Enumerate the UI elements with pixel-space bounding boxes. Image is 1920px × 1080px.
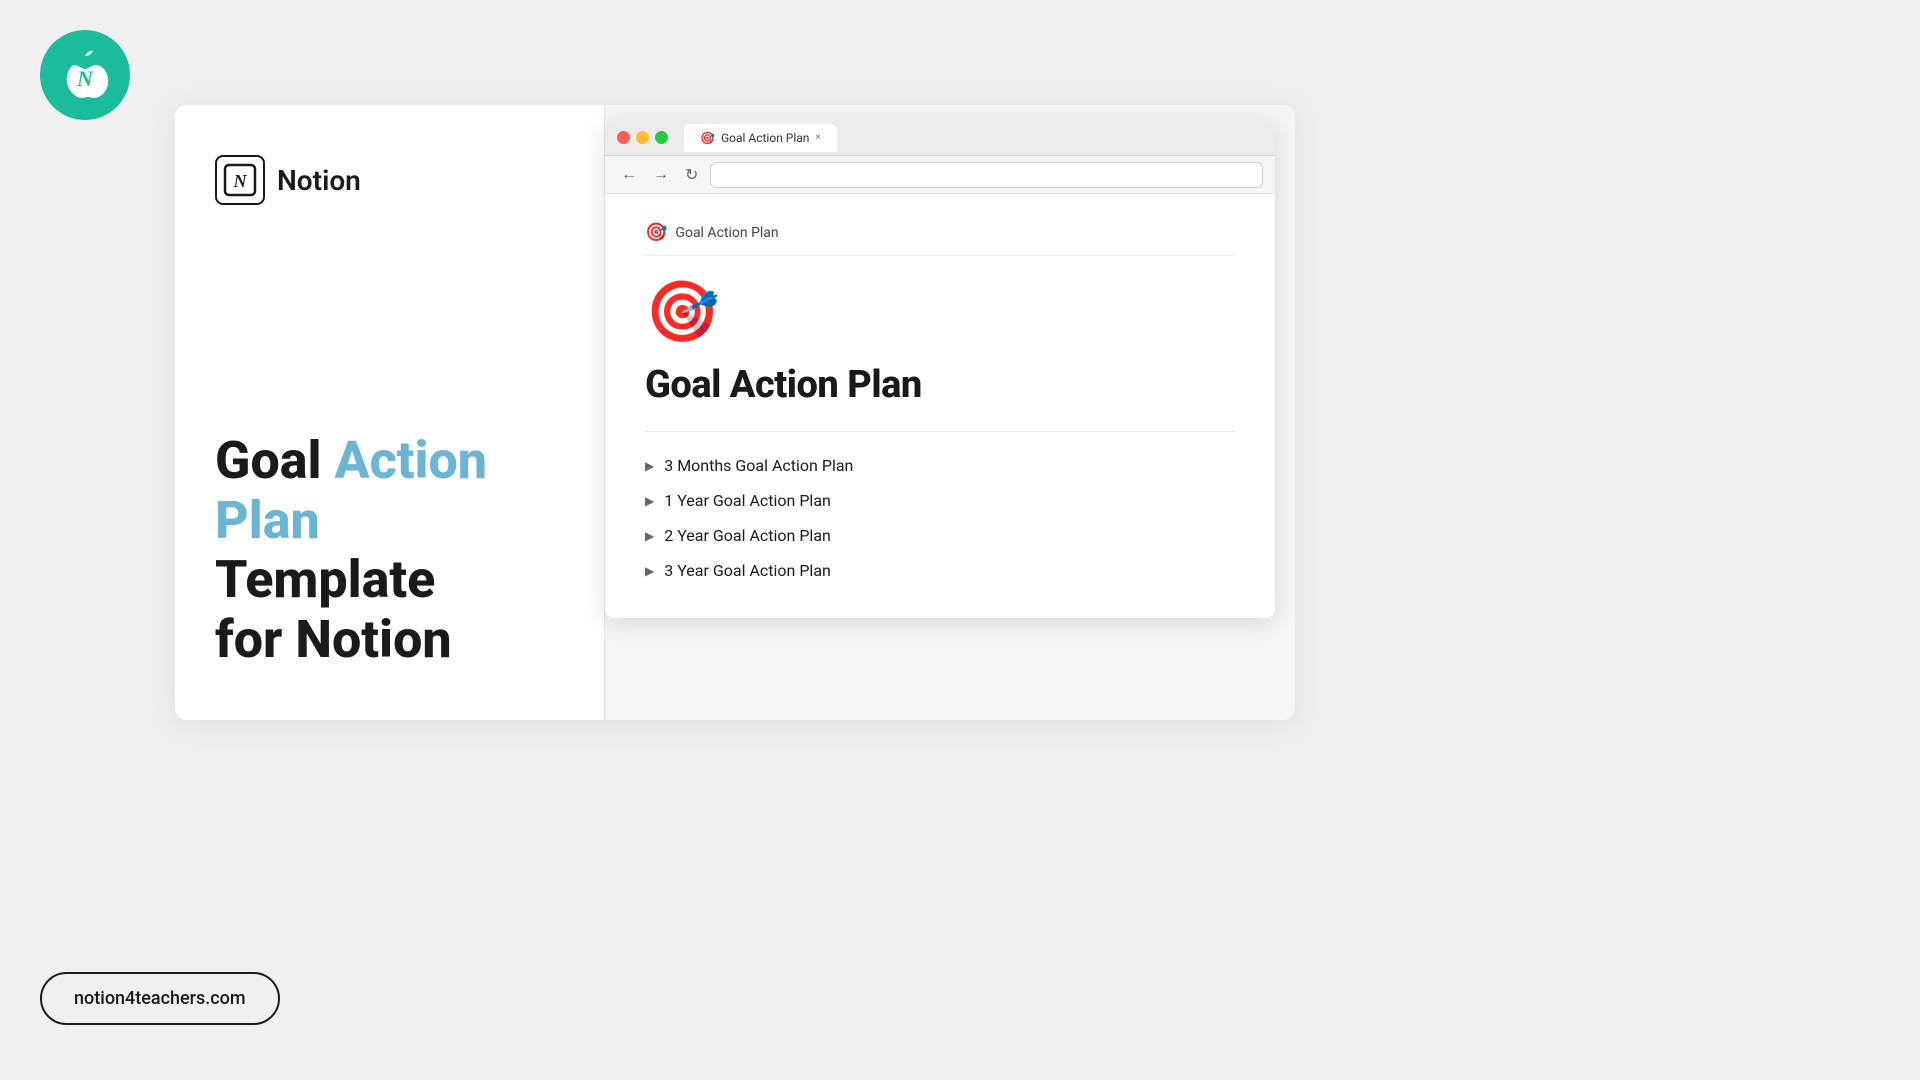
hero-word-template: Template bbox=[215, 549, 435, 610]
list-arrow-icon: ▶ bbox=[645, 494, 654, 508]
browser-tab-emoji: 🎯 bbox=[700, 131, 715, 145]
browser-back-button[interactable]: ← bbox=[617, 164, 641, 186]
hero-word-for-notion: for Notion bbox=[215, 609, 452, 670]
notion-page-tab: 🎯 Goal Action Plan bbox=[645, 214, 1235, 256]
hero-title: Goal Action Plan Template for Notion bbox=[215, 431, 564, 670]
notion-brand-name: Notion bbox=[277, 164, 361, 197]
list-arrow-icon: ▶ bbox=[645, 564, 654, 578]
notion-list-item[interactable]: ▶ 3 Year Goal Action Plan bbox=[645, 553, 1235, 588]
notion-list-item[interactable]: ▶ 1 Year Goal Action Plan bbox=[645, 483, 1235, 518]
left-panel: N Notion Goal Action Plan Template for N… bbox=[175, 105, 605, 720]
browser-refresh-button[interactable]: ↻ bbox=[681, 163, 702, 187]
notion-logo-icon: N bbox=[215, 155, 265, 205]
browser-dot-red[interactable] bbox=[617, 131, 630, 144]
hero-title-line3: for Notion bbox=[215, 610, 564, 670]
browser-toolbar: ← → ↻ bbox=[605, 156, 1275, 194]
hero-title-line2: Template bbox=[215, 550, 564, 610]
browser-window: 🎯 Goal Action Plan × ← → ↻ 🎯 Goal Action… bbox=[605, 120, 1275, 618]
list-item-text: 1 Year Goal Action Plan bbox=[664, 491, 831, 510]
notion-divider bbox=[645, 431, 1235, 432]
notion-page-title: Goal Action Plan bbox=[645, 363, 1235, 407]
notion-page-tab-label: Goal Action Plan bbox=[675, 225, 778, 241]
notion-page-content: 🎯 Goal Action Plan 🎯 Goal Action Plan ▶ 3… bbox=[605, 194, 1275, 618]
browser-tab[interactable]: 🎯 Goal Action Plan × bbox=[684, 124, 837, 152]
main-card: N Notion Goal Action Plan Template for N… bbox=[175, 105, 1295, 720]
hero-word-goal: Goal bbox=[215, 430, 334, 491]
browser-dot-yellow[interactable] bbox=[636, 131, 649, 144]
svg-text:N: N bbox=[233, 171, 248, 191]
svg-text:N: N bbox=[76, 66, 94, 91]
browser-dot-green[interactable] bbox=[655, 131, 668, 144]
app-logo: N bbox=[40, 30, 130, 120]
notion-brand: N Notion bbox=[215, 155, 564, 205]
notion-page-tab-emoji: 🎯 bbox=[645, 222, 667, 243]
website-url: notion4teachers.com bbox=[74, 988, 246, 1009]
list-arrow-icon: ▶ bbox=[645, 529, 654, 543]
browser-tab-title: Goal Action Plan bbox=[721, 131, 809, 145]
website-badge: notion4teachers.com bbox=[40, 972, 280, 1025]
logo-svg: N bbox=[58, 48, 112, 102]
notion-page-icon: 🎯 bbox=[645, 276, 1235, 347]
list-item-text: 3 Months Goal Action Plan bbox=[664, 456, 853, 475]
list-item-text: 3 Year Goal Action Plan bbox=[664, 561, 831, 580]
notion-list-item[interactable]: ▶ 2 Year Goal Action Plan bbox=[645, 518, 1235, 553]
hero-title-line1: Goal Action Plan bbox=[215, 431, 564, 551]
notion-list: ▶ 3 Months Goal Action Plan ▶ 1 Year Goal A… bbox=[645, 448, 1235, 588]
browser-forward-button[interactable]: → bbox=[649, 164, 673, 186]
list-item-text: 2 Year Goal Action Plan bbox=[664, 526, 831, 545]
browser-titlebar: 🎯 Goal Action Plan × bbox=[605, 120, 1275, 156]
notion-list-item[interactable]: ▶ 3 Months Goal Action Plan bbox=[645, 448, 1235, 483]
list-arrow-icon: ▶ bbox=[645, 459, 654, 473]
browser-url-bar[interactable] bbox=[710, 162, 1263, 188]
browser-tab-close[interactable]: × bbox=[815, 132, 820, 143]
right-panel: 🎯 Goal Action Plan × ← → ↻ 🎯 Goal Action… bbox=[605, 105, 1295, 720]
